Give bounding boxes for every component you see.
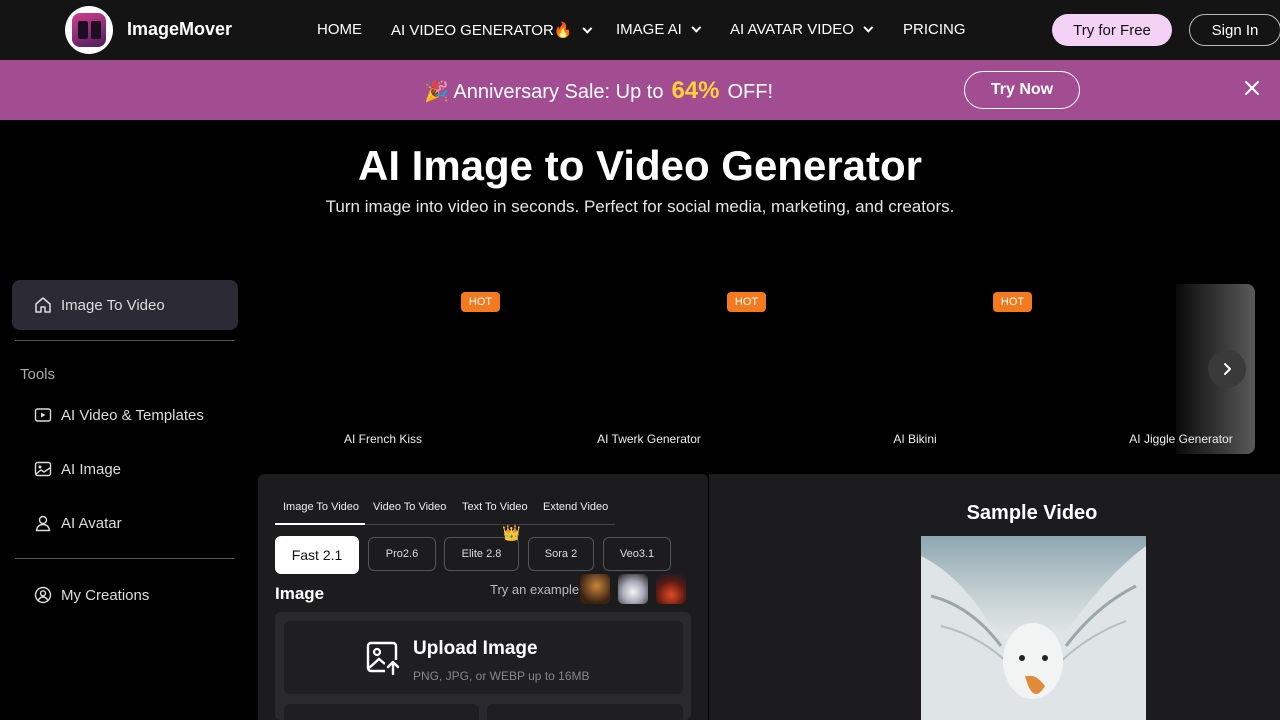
sidebar-item-ai-avatar[interactable]: AI Avatar	[34, 514, 122, 532]
upload-image-title: Upload Image	[413, 638, 538, 659]
nav-ai-avatar-video[interactable]: AI AVATAR VIDEO	[730, 21, 874, 38]
sidebar-item-label: AI Image	[61, 460, 122, 478]
nav-pricing[interactable]: PRICING	[903, 21, 966, 38]
hot-badge: HOT	[993, 292, 1032, 312]
try-for-free-button[interactable]: Try for Free	[1052, 14, 1172, 46]
try-now-button[interactable]: Try Now	[964, 71, 1080, 109]
page-title: AI Image to Video Generator	[357, 142, 923, 189]
sidebar-item-my-creations[interactable]: My Creations	[34, 586, 149, 604]
upload-slot[interactable]	[487, 704, 683, 720]
nav-home[interactable]: HOME	[317, 21, 362, 38]
brand-name[interactable]: ImageMover	[127, 19, 232, 40]
tab-video-to-video[interactable]: Video To Video	[373, 501, 446, 513]
tabs-divider	[365, 524, 615, 525]
upload-slot[interactable]	[284, 704, 479, 720]
chevron-down-icon	[581, 23, 592, 34]
promo-percent: 64%	[671, 77, 720, 104]
carousel-next-button[interactable]	[1208, 350, 1246, 388]
image-icon	[34, 461, 52, 477]
active-tab-indicator	[275, 523, 365, 525]
nav-pricing-label: PRICING	[903, 21, 966, 38]
hot-badge: HOT	[727, 292, 766, 312]
page-subtitle: Turn image into video in seconds. Perfec…	[325, 197, 955, 216]
sidebar-item-ai-video-templates[interactable]: AI Video & Templates	[34, 406, 204, 424]
home-icon	[35, 297, 51, 313]
nav-ai-video-generator-label: AI VIDEO GENERATOR🔥	[391, 22, 573, 39]
sidebar-item-ai-image[interactable]: AI Image	[34, 460, 121, 478]
model-fast-2-1[interactable]: Fast 2.1	[275, 536, 359, 574]
image-section-label: Image	[275, 584, 325, 603]
hot-badge: HOT	[461, 292, 500, 312]
upload-image-hint: PNG, JPG, or WEBP up to 16MB	[413, 669, 590, 683]
template-label: AI Bikini	[893, 432, 937, 446]
logo-mark-icon	[72, 13, 106, 47]
nav-home-label: HOME	[317, 21, 362, 38]
sign-in-button[interactable]: Sign In	[1189, 14, 1280, 46]
example-thumbnail-bride[interactable]	[618, 574, 648, 604]
sidebar-item-label: Image To Video	[61, 296, 165, 314]
nav-ai-video-generator[interactable]: AI VIDEO GENERATOR🔥	[391, 21, 592, 39]
sidebar-item-label: My Creations	[61, 586, 150, 604]
chevron-right-icon	[1224, 363, 1231, 375]
logo[interactable]	[65, 6, 113, 54]
template-label: AI Twerk Generator	[597, 432, 701, 446]
example-thumbnail-eagle[interactable]	[580, 574, 610, 604]
crown-icon: 👑	[502, 525, 521, 542]
promo-banner: 🎉 Anniversary Sale: Up to 64% OFF! Try N…	[0, 60, 1280, 120]
example-thumbnail-fire[interactable]	[656, 574, 686, 604]
nav-image-ai-label: IMAGE AI	[616, 21, 682, 38]
sidebar-item-image-to-video-content[interactable]: Image To Video	[34, 296, 165, 314]
promo-suffix: OFF!	[727, 81, 774, 103]
sidebar-tools-heading: Tools	[20, 366, 56, 383]
sample-video-preview[interactable]	[921, 536, 1146, 720]
user-icon	[35, 515, 51, 532]
tab-text-to-video[interactable]: Text To Video	[462, 501, 528, 513]
nav-ai-avatar-video-label: AI AVATAR VIDEO	[730, 21, 854, 38]
tab-image-to-video[interactable]: Image To Video	[283, 501, 359, 513]
user-circle-icon	[34, 586, 52, 604]
nav-image-ai[interactable]: IMAGE AI	[616, 21, 702, 38]
sample-video-title: Sample Video	[966, 502, 1098, 524]
video-icon	[34, 408, 52, 422]
promo-text: 🎉 Anniversary Sale: Up to 64% OFF!	[424, 77, 773, 105]
model-elite-2-8[interactable]: Elite 2.8	[444, 537, 519, 571]
sidebar-divider	[15, 340, 235, 341]
image-upload-icon	[366, 641, 401, 676]
model-pro-2-6[interactable]: Pro2.6	[368, 537, 436, 571]
sidebar-divider	[15, 558, 235, 559]
tab-extend-video[interactable]: Extend Video	[543, 501, 608, 513]
promo-prefix: 🎉 Anniversary Sale: Up to	[424, 81, 664, 103]
model-sora-2[interactable]: Sora 2	[528, 537, 594, 571]
chevron-down-icon	[691, 22, 702, 33]
eagle-illustration	[921, 546, 1146, 720]
try-example-label: Try an example	[490, 582, 580, 597]
template-label: AI Jiggle Generator	[1129, 432, 1233, 446]
template-label: AI French Kiss	[343, 432, 423, 446]
close-icon[interactable]	[1243, 79, 1261, 97]
model-veo-3-1[interactable]: Veo3.1	[603, 537, 671, 571]
sidebar-item-label: AI Avatar	[61, 514, 122, 532]
top-navigation: ImageMover HOME AI VIDEO GENERATOR🔥 IMAG…	[0, 0, 1280, 60]
sidebar-item-label: AI Video & Templates	[61, 406, 204, 424]
chevron-down-icon	[863, 22, 874, 33]
